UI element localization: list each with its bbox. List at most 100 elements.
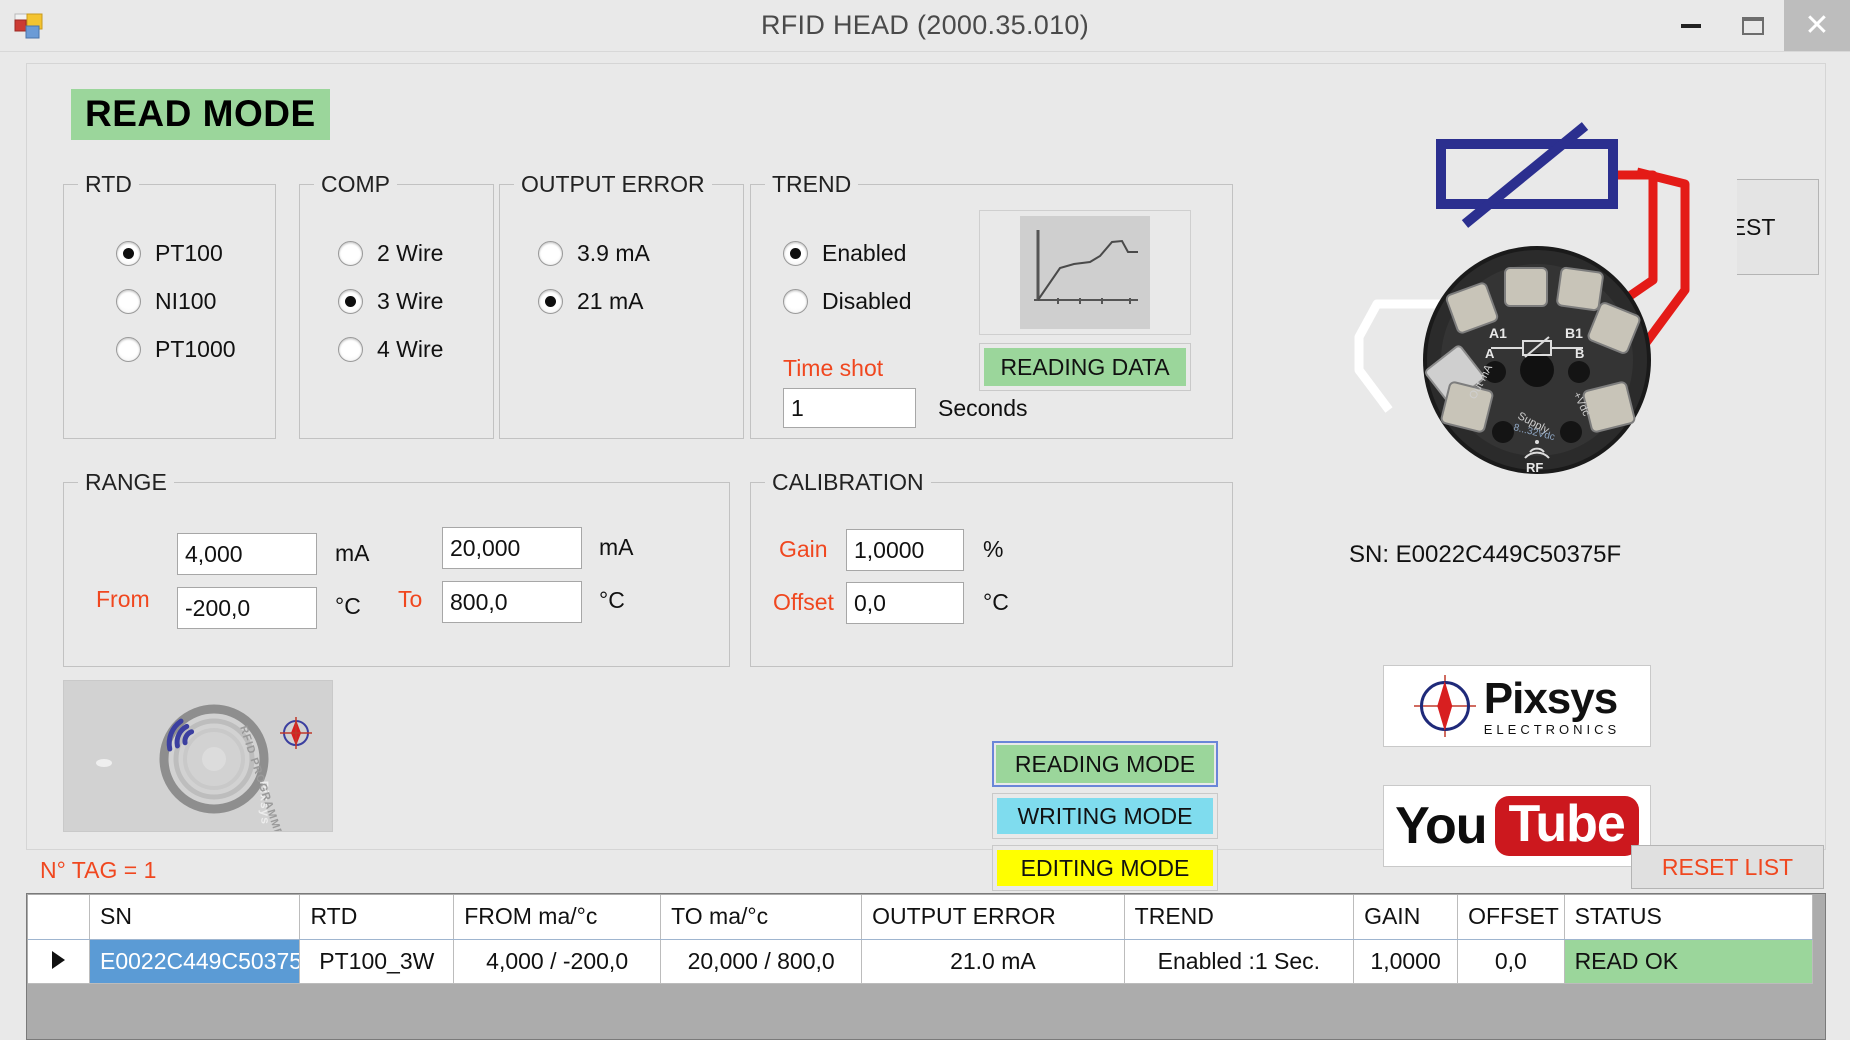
- svg-text:RF: RF: [1526, 460, 1543, 475]
- range-to-label: To: [398, 586, 422, 613]
- row-marker-icon: [52, 951, 65, 969]
- radio-trend-disabled-label: Disabled: [822, 288, 912, 315]
- cell-trend[interactable]: Enabled :1 Sec.: [1124, 939, 1353, 983]
- time-shot-input[interactable]: [783, 388, 916, 428]
- editing-mode-button[interactable]: EDITING MODE: [992, 845, 1218, 891]
- range-group: RANGE From mA °C To mA °C: [63, 482, 730, 667]
- range-from-c-input[interactable]: [177, 587, 317, 629]
- rfid-head-application-window: RFID HEAD (2000.35.010) ✕ READ MODE TEST…: [0, 0, 1850, 1040]
- cell-from[interactable]: 4,000 / -200,0: [454, 939, 661, 983]
- seconds-label: Seconds: [938, 395, 1028, 422]
- youtube-tube-text: Tube: [1495, 796, 1639, 856]
- minimize-button[interactable]: [1660, 0, 1722, 51]
- title-bar: RFID HEAD (2000.35.010) ✕: [0, 0, 1850, 52]
- writing-mode-label: WRITING MODE: [1017, 803, 1192, 830]
- range-from-ma-unit: mA: [335, 540, 370, 567]
- table-row[interactable]: E0022C449C50375F PT100_3W 4,000 / -200,0…: [28, 939, 1813, 983]
- reading-mode-label: READING MODE: [1015, 751, 1195, 778]
- cell-output-error[interactable]: 21.0 mA: [862, 939, 1125, 983]
- maximize-button[interactable]: [1722, 0, 1784, 51]
- rtd-group-title: RTD: [78, 171, 139, 198]
- radio-2-wire[interactable]: 2 Wire: [338, 240, 443, 267]
- radio-ni100[interactable]: NI100: [116, 288, 216, 315]
- line-chart-icon: [1020, 216, 1150, 329]
- youtube-logo[interactable]: You Tube: [1383, 785, 1651, 867]
- reading-data-button[interactable]: READING DATA: [979, 343, 1191, 391]
- radio-ni100-label: NI100: [155, 288, 216, 315]
- tag-count-label: N° TAG = 1: [40, 857, 156, 884]
- svg-text:A1: A1: [1489, 325, 1507, 341]
- writing-mode-button[interactable]: WRITING MODE: [992, 793, 1218, 839]
- close-icon: ✕: [1804, 11, 1829, 41]
- reading-data-button-label: READING DATA: [1000, 354, 1169, 381]
- comp-group: COMP 2 Wire 3 Wire 4 Wire: [299, 184, 494, 439]
- range-from-c-unit: °C: [335, 593, 361, 620]
- column-header-rtd[interactable]: RTD: [300, 895, 454, 939]
- svg-text:B1: B1: [1565, 325, 1583, 341]
- radio-pt1000-indicator: [116, 337, 141, 362]
- range-from-label: From: [96, 586, 150, 613]
- range-group-title: RANGE: [78, 469, 174, 496]
- comp-group-title: COMP: [314, 171, 397, 198]
- close-button[interactable]: ✕: [1784, 0, 1850, 51]
- column-header-to[interactable]: TO ma/°c: [661, 895, 862, 939]
- minimize-icon: [1681, 24, 1701, 28]
- window-title: RFID HEAD (2000.35.010): [0, 0, 1850, 51]
- cell-offset[interactable]: 0,0: [1458, 939, 1564, 983]
- radio-pt1000[interactable]: PT1000: [116, 336, 236, 363]
- maximize-icon: [1742, 17, 1764, 35]
- trend-group: TREND Enabled Disabled Time shot Seconds: [750, 184, 1233, 439]
- tag-table: SN RTD FROM ma/°c TO ma/°c OUTPUT ERROR …: [28, 895, 1813, 984]
- pixsys-wordmark: Pixsys: [1484, 677, 1617, 721]
- radio-ni100-indicator: [116, 289, 141, 314]
- pixsys-star-icon: [1414, 675, 1476, 737]
- time-shot-label: Time shot: [783, 355, 883, 382]
- offset-label: Offset: [773, 589, 834, 616]
- range-from-ma-input[interactable]: [177, 533, 317, 575]
- tag-list-grid[interactable]: SN RTD FROM ma/°c TO ma/°c OUTPUT ERROR …: [26, 893, 1826, 1040]
- column-header-marker[interactable]: [28, 895, 89, 939]
- radio-21-ma-label: 21 mA: [577, 288, 643, 315]
- radio-trend-disabled[interactable]: Disabled: [783, 288, 912, 315]
- cell-gain[interactable]: 1,0000: [1354, 939, 1458, 983]
- range-to-ma-unit: mA: [599, 534, 634, 561]
- offset-input[interactable]: [846, 582, 964, 624]
- table-header-row: SN RTD FROM ma/°c TO ma/°c OUTPUT ERROR …: [28, 895, 1813, 939]
- pixsys-logo[interactable]: Pixsys ELECTRONICS: [1383, 665, 1651, 747]
- rfid-programmer-photo: Pixsys RFID PROGRAMMER: [63, 680, 333, 832]
- column-header-from[interactable]: FROM ma/°c: [454, 895, 661, 939]
- column-header-output-error[interactable]: OUTPUT ERROR: [862, 895, 1125, 939]
- radio-trend-disabled-indicator: [783, 289, 808, 314]
- column-header-gain[interactable]: GAIN: [1354, 895, 1458, 939]
- column-header-sn[interactable]: SN: [89, 895, 299, 939]
- trend-chart-frame: [979, 210, 1191, 335]
- column-header-status[interactable]: STATUS: [1564, 895, 1812, 939]
- cell-status[interactable]: READ OK: [1564, 939, 1812, 983]
- radio-pt100-label: PT100: [155, 240, 223, 267]
- gain-input[interactable]: [846, 529, 964, 571]
- reset-list-button[interactable]: RESET LIST: [1631, 845, 1824, 889]
- cell-rtd[interactable]: PT100_3W: [300, 939, 454, 983]
- radio-4-wire[interactable]: 4 Wire: [338, 336, 443, 363]
- radio-2-wire-label: 2 Wire: [377, 240, 443, 267]
- output-error-group-title: OUTPUT ERROR: [514, 171, 712, 198]
- cell-sn[interactable]: E0022C449C50375F: [89, 939, 299, 983]
- calibration-group-title: CALIBRATION: [765, 469, 931, 496]
- window-controls: ✕: [1660, 0, 1850, 51]
- row-marker-cell[interactable]: [28, 939, 89, 983]
- pixsys-subtitle: ELECTRONICS: [1484, 723, 1620, 736]
- reading-mode-button[interactable]: READING MODE: [992, 741, 1218, 787]
- rfid-transmitter-head-photo: A1 B1 A B Out mA +Vdc Supply 8...32Vdc: [1337, 92, 1737, 522]
- radio-pt100[interactable]: PT100: [116, 240, 223, 267]
- range-to-c-input[interactable]: [442, 581, 582, 623]
- radio-trend-enabled[interactable]: Enabled: [783, 240, 906, 267]
- range-to-ma-input[interactable]: [442, 527, 582, 569]
- column-header-offset[interactable]: OFFSET: [1458, 895, 1564, 939]
- radio-pt100-indicator: [116, 241, 141, 266]
- radio-3-wire[interactable]: 3 Wire: [338, 288, 443, 315]
- radio-3-9-ma[interactable]: 3.9 mA: [538, 240, 650, 267]
- column-header-trend[interactable]: TREND: [1124, 895, 1353, 939]
- cell-to[interactable]: 20,000 / 800,0: [661, 939, 862, 983]
- gain-label: Gain: [779, 536, 828, 563]
- radio-21-ma[interactable]: 21 mA: [538, 288, 643, 315]
